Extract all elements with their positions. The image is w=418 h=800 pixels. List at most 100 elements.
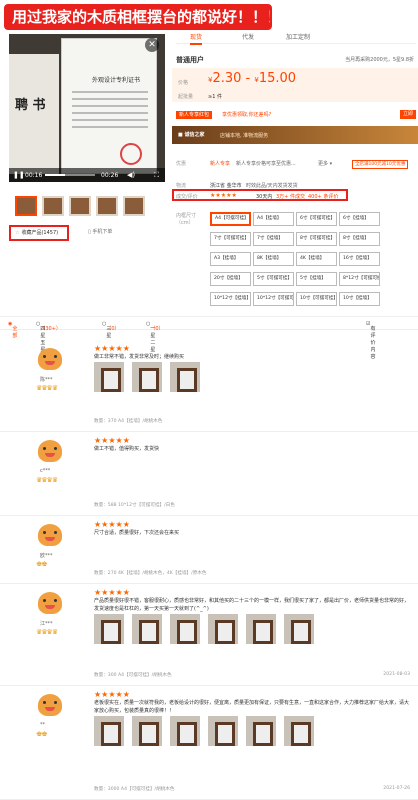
cert-title: 外观设计专利证书 — [92, 77, 141, 84]
benefit-more[interactable]: 更多 ▾ — [318, 160, 332, 167]
review-photo[interactable] — [94, 614, 124, 644]
filter-all[interactable]: ◉ 全部 — [8, 321, 17, 339]
review-date: 2021-08-03 — [383, 672, 410, 677]
user-type: 普通用户 — [176, 56, 204, 64]
review-item: 陈*** ♛♛♛♛ ★★★★★ 做工非常不错，发货非常及时；继续购买 数量：370 A4… — [0, 340, 418, 432]
shop-text: 店铺本地, 准物流服务 — [220, 133, 269, 139]
size-option[interactable]: 8寸【挂墙】 — [339, 232, 380, 246]
benefit-b: 新人专享价格可享至优惠... — [236, 161, 296, 167]
size-option[interactable]: A4【可摆可挂】 — [210, 212, 251, 226]
favorite-button[interactable]: ☆ 收藏产品(1457) — [9, 225, 69, 241]
moq-value: ≥1 件 — [208, 94, 222, 100]
review-text: 产品质量很好很不错，客服很耐心，质感也非常好，和其他买的二十三个的一模一样，我们… — [94, 598, 410, 612]
filter-three[interactable]: ○ 三星 （0） — [102, 321, 120, 339]
review-meta: 数量：3000 A4【可摆可挂】/胡桃木色 — [94, 787, 175, 792]
review-user: 江*** — [40, 621, 53, 627]
thumbnail[interactable] — [15, 196, 37, 216]
size-option[interactable]: 7寸【可摆可挂】 — [210, 232, 251, 246]
review-photo[interactable] — [170, 362, 200, 392]
size-option[interactable]: 10*12寸【可摆可挂】 — [253, 292, 294, 306]
review-user: ** — [40, 722, 45, 728]
ship-to: 时效此品/天内发货发货 — [246, 183, 298, 189]
review-photo[interactable] — [94, 716, 124, 746]
thumbnail[interactable] — [123, 196, 145, 216]
size-option[interactable]: 8寸【可摆可挂】 — [296, 232, 337, 246]
mobile-order-link[interactable]: ▯ 手机下单 — [88, 228, 112, 235]
size-option[interactable]: 10寸【挂墙】 — [339, 292, 380, 306]
size-option[interactable]: 6寸【可摆可挂】 — [296, 212, 337, 226]
review-photo[interactable] — [170, 716, 200, 746]
moq-label: 起批量 — [178, 94, 194, 100]
size-option[interactable]: 4K【挂墙】 — [296, 252, 337, 266]
size-option[interactable]: 6寸【挂墙】 — [339, 212, 380, 226]
volume-icon[interactable]: ◀) — [127, 171, 135, 179]
review-photo[interactable] — [208, 614, 238, 644]
review-item: 江*** ♛♛♛♛ ★★★★★ 产品质量很好很不错，客服很耐心，质感也非常好，和其他买… — [0, 584, 418, 686]
review-meta: 数量：370 A4【挂墙】/胡桃木色 — [94, 419, 163, 424]
star-icon: ☆ — [15, 230, 20, 236]
sold-count: 3万+ 件成交 — [276, 194, 305, 200]
review-photo[interactable] — [132, 362, 162, 392]
thumbnail[interactable] — [42, 196, 64, 216]
review-stars: ★★★★★ — [94, 436, 130, 445]
review-user: 欧*** — [40, 553, 53, 559]
video-progress[interactable] — [45, 174, 95, 176]
size-option[interactable]: 5寸【挂墙】 — [296, 272, 337, 286]
fullscreen-icon[interactable]: ⛶ — [154, 171, 159, 180]
thumbnail-strip — [15, 196, 165, 218]
promo-tag: 新人专享红包 — [176, 111, 213, 119]
benefit-label: 优惠 — [176, 161, 187, 167]
filter-with-content[interactable]: ☑ 有评价内容 — [366, 321, 376, 360]
shop-bar[interactable]: ■ 诚信之家 店铺本地, 准物流服务 — [172, 126, 418, 144]
avatar — [36, 440, 64, 462]
buyer-badge: ♛♛♛♛ — [36, 476, 58, 484]
thumbnail[interactable] — [69, 196, 91, 216]
review-photo[interactable] — [170, 614, 200, 644]
thumbnail[interactable] — [96, 196, 118, 216]
size-option[interactable]: 16寸【挂墙】 — [339, 252, 380, 266]
review-photo[interactable] — [208, 716, 238, 746]
review-photo[interactable] — [132, 716, 162, 746]
filter-four-five[interactable]: ○ 四星五星（30+） — [36, 321, 61, 353]
size-label: 内框尺寸（cm） — [176, 213, 197, 226]
review-photo[interactable] — [246, 614, 276, 644]
review-photo[interactable] — [284, 614, 314, 644]
benefit-a[interactable]: 新人专享 — [210, 160, 230, 167]
review-count[interactable]: 400+ 条评价 — [308, 193, 338, 200]
tab-bar: 现货 代发 加工定制 — [176, 30, 416, 45]
size-option[interactable]: 8K【挂墙】 — [253, 252, 294, 266]
review-photo[interactable] — [246, 716, 276, 746]
coupon-badge[interactable]: 全店满100元减10元优惠 — [352, 160, 409, 169]
review-date: 2021-07-26 — [383, 786, 410, 791]
size-option[interactable]: 8*12寸【可摆可挂】 — [339, 272, 380, 286]
play-icon[interactable]: ❚❚ — [13, 171, 25, 179]
tab-spot[interactable]: 现货 — [190, 32, 203, 45]
promo-button[interactable]: 立即 — [399, 110, 416, 119]
cert-side-text: 聘 书 — [15, 98, 46, 113]
size-options: A4【可摆可挂】 A4【挂墙】 6寸【可摆可挂】 6寸【挂墙】 7寸【可摆可挂】 7寸【挂… — [210, 212, 418, 312]
size-option[interactable]: A4【挂墙】 — [253, 212, 294, 226]
size-option[interactable]: 10寸【可摆可挂】 — [296, 292, 337, 306]
size-option[interactable]: 7寸【挂墙】 — [253, 232, 294, 246]
promo-banner: 用过我家的木质相框摆台的都说好！！！ — [4, 4, 272, 30]
review-meta: 数量：300 A4【可摆可挂】/胡桃木色 — [94, 673, 172, 678]
product-video[interactable]: 聘 书 外观设计专利证书 ✕ ❚❚ 00:16 00:26 ◀) ⛶ — [9, 34, 165, 182]
price-label: 价格 — [178, 80, 189, 86]
review-photo[interactable] — [94, 362, 124, 392]
review-text: 尺寸合适，质量很好，下次还会在来买 — [94, 530, 180, 536]
tab-dropship[interactable]: 代发 — [242, 32, 254, 41]
buyer-badge: ♛♛♛♛ — [36, 384, 58, 392]
size-option[interactable]: 20寸【挂墙】 — [210, 272, 251, 286]
tab-custom[interactable]: 加工定制 — [286, 32, 310, 41]
review-item: ** ♚♚ ★★★★★ 老板很实在，质量一次就符我的，老板给设计的很好，便宜离，质量更… — [0, 686, 418, 800]
review-photo[interactable] — [284, 716, 314, 746]
close-icon[interactable]: ✕ — [145, 38, 159, 52]
size-option[interactable]: 5寸【可摆可挂】 — [253, 272, 294, 286]
filter-one-two[interactable]: ○ 一星二星 （0） — [146, 321, 164, 353]
review-user: c*** — [40, 468, 51, 474]
size-option[interactable]: 10*12寸【挂墙】 — [210, 292, 251, 306]
price-box: 价格 ¥2.30 - ¥15.00 起批量 ≥1 件 — [172, 68, 418, 102]
avatar — [36, 524, 64, 546]
review-photo[interactable] — [132, 614, 162, 644]
size-option[interactable]: A3【挂墙】 — [210, 252, 251, 266]
